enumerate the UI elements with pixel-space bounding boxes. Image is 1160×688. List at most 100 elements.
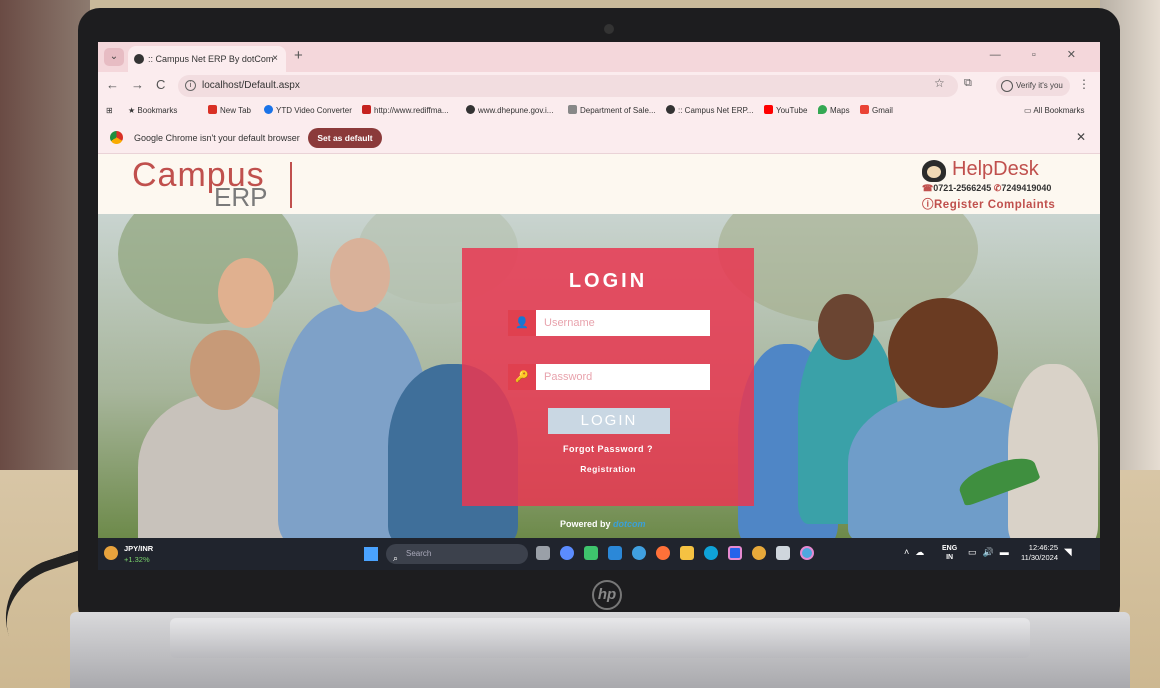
student-figure <box>190 330 260 410</box>
windows-taskbar: JPY/INR +1.32% ⌕ Search ˄☁ ENG IN ▭🔊▬ 12… <box>98 538 1100 570</box>
profile-button[interactable]: Verify it's you <box>996 76 1070 96</box>
background-left <box>0 0 90 470</box>
webcam <box>604 24 614 34</box>
clock-time: 12:46:25 <box>1028 543 1058 552</box>
bookmark-item[interactable]: ★ Bookmarks <box>128 100 177 122</box>
student-figure <box>330 238 390 312</box>
hp-logo: hp <box>592 580 622 610</box>
chrome-profile-icon[interactable] <box>752 546 766 560</box>
windows-start-icon[interactable] <box>364 547 378 561</box>
laptop-screen: ⌄ :: Campus Net ERP By dotCom × + — ▫ ✕ … <box>98 42 1100 570</box>
system-tray[interactable]: ˄☁ <box>904 547 930 558</box>
registration-link[interactable]: Registration <box>462 464 754 474</box>
erp-header: Campus ERP HelpDesk ☎0721-2566245 ✆72494… <box>98 154 1100 214</box>
chrome-logo-icon <box>110 131 123 144</box>
infobar-close-icon[interactable]: ✕ <box>1076 130 1086 144</box>
username-input[interactable] <box>536 310 710 336</box>
powered-by-brand[interactable]: dotcom <box>613 519 646 529</box>
language-indicator[interactable]: ENG IN <box>942 544 957 562</box>
phone-1: 0721-2566245 <box>933 183 992 193</box>
forgot-password-link[interactable]: Forgot Password ? <box>462 444 754 454</box>
bookmark-item[interactable]: Maps <box>818 100 850 122</box>
bookmarks-bar: ⊞ ★ Bookmarks New Tab YTD Video Converte… <box>98 100 1100 122</box>
bookmark-item[interactable]: Gmail <box>860 100 893 122</box>
new-tab-button[interactable]: + <box>294 47 303 64</box>
logo-erp-text: ERP <box>214 182 268 212</box>
notification-icon[interactable]: ◥ <box>1064 547 1072 558</box>
search-icon: ⌕ <box>393 553 399 563</box>
address-bar[interactable]: i localhost/Default.aspx <box>178 75 958 97</box>
helpdesk-phones: ☎0721-2566245 ✆7249419040 <box>922 183 1092 194</box>
bookmark-star-icon[interactable]: ☆ <box>934 76 945 90</box>
login-panel: LOGIN 👤 🔑 LOGIN Forgot Password ? Regist… <box>462 248 754 506</box>
user-icon: 👤 <box>508 310 536 336</box>
ticker-name: JPY/INR <box>124 544 154 553</box>
tab-favicon-icon <box>134 54 144 64</box>
phone-icon: ☎ <box>922 183 934 193</box>
info-icon: ⓘ <box>922 199 934 211</box>
store-icon[interactable] <box>608 546 622 560</box>
bookmark-item[interactable]: http://www.rediffma... <box>362 100 449 122</box>
browser-tabstrip: ⌄ :: Campus Net ERP By dotCom × + — ▫ ✕ <box>98 42 1100 72</box>
bookmark-item[interactable]: New Tab <box>208 100 251 122</box>
taskbar-search-placeholder: Search <box>406 549 432 558</box>
helpdesk-agent-icon <box>922 160 946 182</box>
helpdesk-title: HelpDesk <box>952 158 1039 180</box>
infobar-message: Google Chrome isn't your default browser <box>134 133 300 143</box>
browser-tab-active[interactable]: :: Campus Net ERP By dotCom × <box>128 46 286 72</box>
student-figure <box>218 258 274 328</box>
bookmark-item[interactable]: Department of Sale... <box>568 100 656 122</box>
ticker-icon <box>104 546 118 560</box>
window-controls[interactable]: — ▫ ✕ <box>990 48 1090 61</box>
taskbar-search[interactable]: ⌕ Search <box>386 544 528 564</box>
register-complaints-link[interactable]: ⓘRegister Complaints <box>922 196 1092 212</box>
default-browser-infobar: Google Chrome isn't your default browser… <box>98 122 1100 154</box>
key-icon: 🔑 <box>508 364 536 390</box>
login-title: LOGIN <box>568 270 648 292</box>
set-default-button[interactable]: Set as default <box>308 128 382 148</box>
helpdesk-panel: HelpDesk ☎0721-2566245 ✆7249419040 ⓘRegi… <box>922 158 1092 212</box>
chrome-active-icon[interactable] <box>800 546 814 560</box>
student-figure <box>818 294 874 360</box>
ticker-widget[interactable]: JPY/INR +1.32% <box>124 543 153 565</box>
bookmark-item[interactable]: www.dhepune.gov.i... <box>466 100 553 122</box>
profile-avatar-icon <box>1001 80 1013 92</box>
apps-grid-icon[interactable]: ⊞ <box>106 100 113 122</box>
all-bookmarks-button[interactable]: ▭ All Bookmarks <box>1024 100 1084 122</box>
file-explorer-icon[interactable] <box>680 546 694 560</box>
ticker-change: +1.32% <box>124 555 150 564</box>
tab-title: :: Campus Net ERP By dotCom <box>148 54 274 64</box>
app-icon[interactable] <box>776 546 790 560</box>
network-volume-icons[interactable]: ▭🔊▬ <box>968 547 1015 558</box>
firefox-icon[interactable] <box>656 546 670 560</box>
site-info-icon[interactable]: i <box>185 80 196 91</box>
extensions-icon[interactable]: ⧉ <box>964 77 972 90</box>
laptop-hinge <box>170 618 1030 658</box>
student-figure <box>888 298 998 408</box>
chrome-app-icon[interactable] <box>632 546 646 560</box>
bookmark-item[interactable]: YouTube <box>764 100 807 122</box>
edge-icon[interactable] <box>704 546 718 560</box>
bookmark-item[interactable]: :: Campus Net ERP... <box>666 100 753 122</box>
chat-icon[interactable] <box>560 546 574 560</box>
nav-buttons[interactable]: ←→C <box>106 77 177 92</box>
task-view-icon[interactable] <box>536 546 550 560</box>
clock-date: 11/30/2024 <box>1021 553 1058 562</box>
phone-2: 7249419040 <box>1001 183 1052 193</box>
tab-close-icon[interactable]: × <box>272 46 278 72</box>
calendar-app-icon[interactable] <box>584 546 598 560</box>
powered-by: Powered by dotcom <box>560 519 646 529</box>
bookmark-item[interactable]: YTD Video Converter <box>264 100 352 122</box>
login-button[interactable]: LOGIN <box>548 408 670 434</box>
browser-toolbar: ←→C i localhost/Default.aspx ☆ ⧉ Verify … <box>98 72 1100 100</box>
student-figure <box>1008 364 1098 538</box>
powered-by-label: Powered by <box>560 519 611 529</box>
active-app-icon[interactable] <box>728 546 742 560</box>
password-input[interactable] <box>536 364 710 390</box>
profile-label: Verify it's you <box>1016 81 1063 90</box>
tab-search-button[interactable]: ⌄ <box>104 48 124 66</box>
url-text: localhost/Default.aspx <box>202 80 300 91</box>
logo-divider <box>290 162 292 208</box>
chrome-menu-icon[interactable]: ⋮ <box>1078 77 1090 91</box>
taskbar-clock[interactable]: 12:46:25 11/30/2024 <box>1018 543 1058 563</box>
